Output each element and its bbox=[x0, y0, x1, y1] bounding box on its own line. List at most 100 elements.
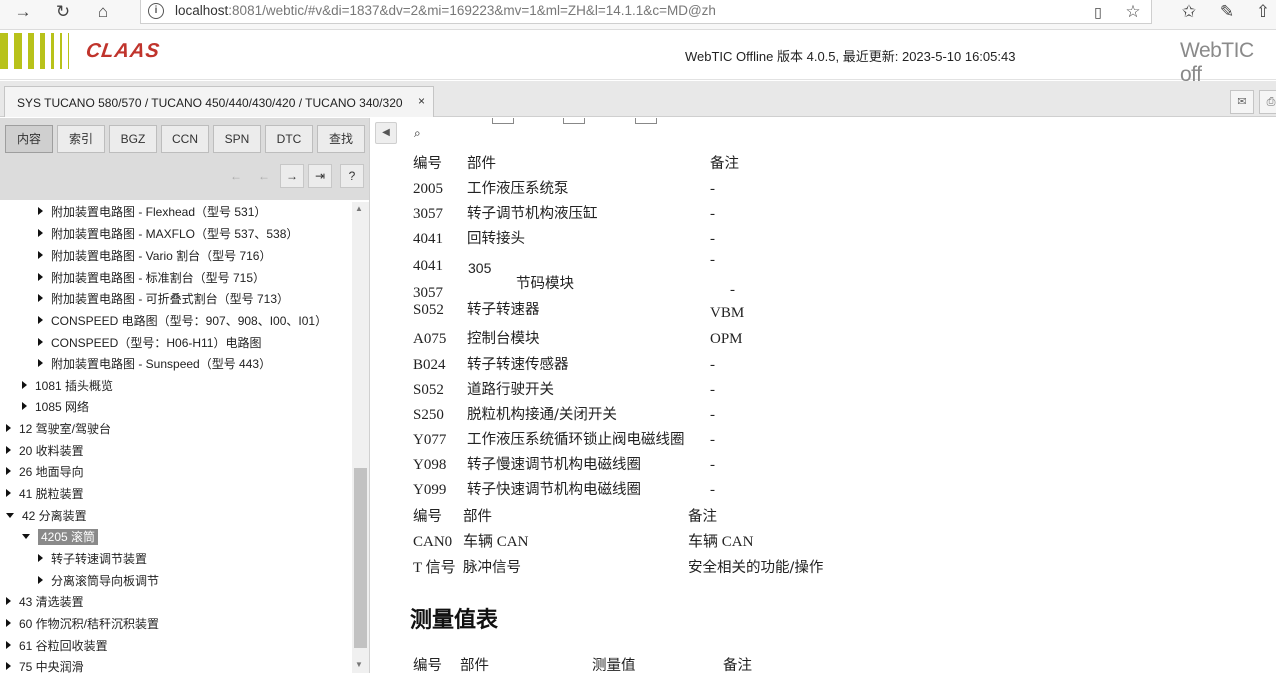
tree-item[interactable]: CONSPEED 电路图（型号：907、908、I00、I01） bbox=[38, 311, 327, 331]
tree-item[interactable]: 41 脱粒装置 bbox=[6, 484, 84, 504]
table1-cell-id: S052 bbox=[413, 302, 444, 318]
expand-arrow-icon[interactable] bbox=[6, 597, 11, 605]
print-icon[interactable]: ⎙ bbox=[1259, 90, 1276, 114]
refresh-icon[interactable]: ↻ bbox=[50, 0, 76, 24]
tree-item[interactable]: 附加装置电路图 - Flexhead（型号 531） bbox=[38, 202, 266, 222]
back-arrow-icon[interactable]: → bbox=[10, 0, 36, 24]
history-back-button[interactable]: ← bbox=[224, 164, 248, 188]
home-icon[interactable]: ⌂ bbox=[90, 0, 116, 24]
tab-bgz[interactable]: BGZ bbox=[109, 125, 157, 153]
tree-item[interactable]: 1081 插头概览 bbox=[22, 376, 113, 396]
table1-cell-part: 节码模块 bbox=[516, 276, 574, 292]
expand-arrow-icon[interactable] bbox=[38, 576, 43, 584]
expand-arrow-icon[interactable] bbox=[38, 251, 43, 259]
table1-cell-part: 转子快速调节机构电磁线圈 bbox=[467, 482, 641, 498]
scroll-thumb[interactable] bbox=[354, 468, 367, 648]
expand-arrow-icon[interactable] bbox=[6, 619, 11, 627]
tree-item[interactable]: 附加装置电路图 - Sunspeed（型号 443） bbox=[38, 354, 271, 374]
tab-index[interactable]: 索引 bbox=[57, 125, 105, 153]
tree-item[interactable]: 20 收料装置 bbox=[6, 441, 84, 461]
scroll-up-icon[interactable]: ▲ bbox=[355, 204, 363, 213]
mail-icon[interactable]: ✉ bbox=[1230, 90, 1254, 114]
pen-icon[interactable]: ✎ bbox=[1214, 0, 1240, 24]
tree-item[interactable]: 43 清选装置 bbox=[6, 592, 84, 612]
expand-arrow-icon[interactable] bbox=[38, 294, 43, 302]
share-icon[interactable]: ⇧ bbox=[1250, 0, 1276, 24]
collapse-arrow-icon[interactable] bbox=[22, 534, 30, 539]
document-tab[interactable]: SYS TUCANO 580/570 / TUCANO 450/440/430/… bbox=[4, 86, 434, 117]
table1-cell-id: S250 bbox=[413, 407, 444, 423]
table1-cell-id: Y077 bbox=[413, 432, 447, 448]
tree-item[interactable]: 42 分离装置 bbox=[6, 506, 87, 526]
expand-arrow-icon[interactable] bbox=[38, 554, 43, 562]
tree-item[interactable]: 分离滚筒导向板调节 bbox=[38, 571, 159, 591]
table1-cell-note: - bbox=[710, 357, 715, 373]
favorite-star-icon[interactable]: ☆ bbox=[1120, 0, 1146, 24]
next-button[interactable]: → bbox=[280, 164, 304, 188]
table1-cell-part: 工作液压系统循环锁止阀电磁线圈 bbox=[467, 432, 685, 448]
tree-item[interactable]: 附加装置电路图 - 标准割台（型号 715） bbox=[38, 268, 265, 288]
measure-header-value: 测量值 bbox=[592, 658, 636, 673]
tree-item[interactable]: 附加装置电路图 - MAXFLO（型号 537、538） bbox=[38, 224, 298, 244]
expand-arrow-icon[interactable] bbox=[38, 229, 43, 237]
expand-arrow-icon[interactable] bbox=[22, 402, 27, 410]
forward-button[interactable]: ⇥ bbox=[308, 164, 332, 188]
expand-arrow-icon[interactable] bbox=[38, 207, 43, 215]
rendering-artifact bbox=[635, 118, 657, 124]
expand-arrow-icon[interactable] bbox=[6, 489, 11, 497]
table1-cell-id: 2005 bbox=[413, 181, 443, 197]
collapse-arrow-icon[interactable] bbox=[6, 513, 14, 518]
tab-spn[interactable]: SPN bbox=[213, 125, 261, 153]
expand-arrow-icon[interactable] bbox=[38, 273, 43, 281]
navigation-area: 内容 索引 BGZ CCN SPN DTC 查找 ← ← → ⇥ ? bbox=[0, 118, 369, 200]
tree-item[interactable]: 26 地面导向 bbox=[6, 462, 84, 482]
table2-cell-part: 脉冲信号 bbox=[463, 560, 521, 576]
table1-cell-note: - bbox=[710, 457, 715, 473]
table2-header-note: 备注 bbox=[688, 509, 717, 525]
table2-cell-id: CAN0 bbox=[413, 534, 453, 550]
close-tab-icon[interactable]: × bbox=[418, 94, 425, 108]
expand-arrow-icon[interactable] bbox=[6, 446, 11, 454]
table1-cell-id: Y099 bbox=[413, 482, 447, 498]
tree-item[interactable]: 附加装置电路图 - 可折叠式割台（型号 713） bbox=[38, 289, 289, 309]
expand-arrow-icon[interactable] bbox=[38, 359, 43, 367]
scroll-down-icon[interactable]: ▼ bbox=[355, 660, 363, 669]
tree-item[interactable]: 75 中央润滑 bbox=[6, 657, 84, 673]
tree-item[interactable]: 附加装置电路图 - Vario 割台（型号 716） bbox=[38, 246, 271, 266]
url-text[interactable]: localhost:8081/webtic/#v&di=1837&dv=2&mi… bbox=[175, 3, 716, 18]
table2-header-part: 部件 bbox=[463, 509, 492, 525]
help-button[interactable]: ? bbox=[340, 164, 364, 188]
expand-arrow-icon[interactable] bbox=[38, 316, 43, 324]
expand-arrow-icon[interactable] bbox=[6, 424, 11, 432]
expand-arrow-icon[interactable] bbox=[38, 338, 43, 346]
table1-cell-id: Y098 bbox=[413, 457, 447, 473]
table1-cell-note: - bbox=[710, 482, 715, 498]
table1-cell-part: 控制台模块 bbox=[467, 331, 540, 347]
favorites-list-icon[interactable]: ✩ bbox=[1176, 0, 1202, 24]
tree-item[interactable]: 12 驾驶室/驾驶台 bbox=[6, 419, 111, 439]
expand-arrow-icon[interactable] bbox=[6, 467, 11, 475]
tree-scrollbar[interactable]: ▲ ▼ bbox=[352, 202, 369, 673]
expand-arrow-icon[interactable] bbox=[6, 641, 11, 649]
info-icon[interactable]: i bbox=[148, 3, 164, 19]
search-icon[interactable]: ⌕ bbox=[414, 126, 421, 141]
address-bar[interactable]: i localhost:8081/webtic/#v&di=1837&dv=2&… bbox=[140, 0, 1152, 24]
expand-arrow-icon[interactable] bbox=[22, 381, 27, 389]
reader-mode-icon[interactable]: ▯ bbox=[1085, 0, 1111, 24]
tab-dtc[interactable]: DTC bbox=[265, 125, 313, 153]
table1-cell-note: - bbox=[710, 206, 715, 222]
expand-arrow-icon[interactable] bbox=[6, 662, 11, 670]
table1-cell-id: A075 bbox=[413, 331, 447, 347]
tab-content[interactable]: 内容 bbox=[5, 125, 53, 153]
tree-item[interactable]: 1085 网络 bbox=[22, 397, 89, 417]
tree-item[interactable]: 60 作物沉积/秸秆沉积装置 bbox=[6, 614, 159, 634]
tree-item[interactable]: 61 谷粒回收装置 bbox=[6, 636, 108, 656]
tree-item[interactable]: CONSPEED（型号：H06-H11）电路图 bbox=[38, 333, 261, 353]
tree-item[interactable]: 转子转速调节装置 bbox=[38, 549, 147, 569]
previous-button[interactable]: ← bbox=[252, 164, 276, 188]
tab-ccn[interactable]: CCN bbox=[161, 125, 209, 153]
tab-search[interactable]: 查找 bbox=[317, 125, 365, 153]
collapse-panel-button[interactable]: ◀ bbox=[375, 122, 397, 144]
tree-item-selected[interactable]: 4205 滚筒 bbox=[22, 527, 99, 547]
table1-cell-note: - bbox=[730, 282, 735, 298]
